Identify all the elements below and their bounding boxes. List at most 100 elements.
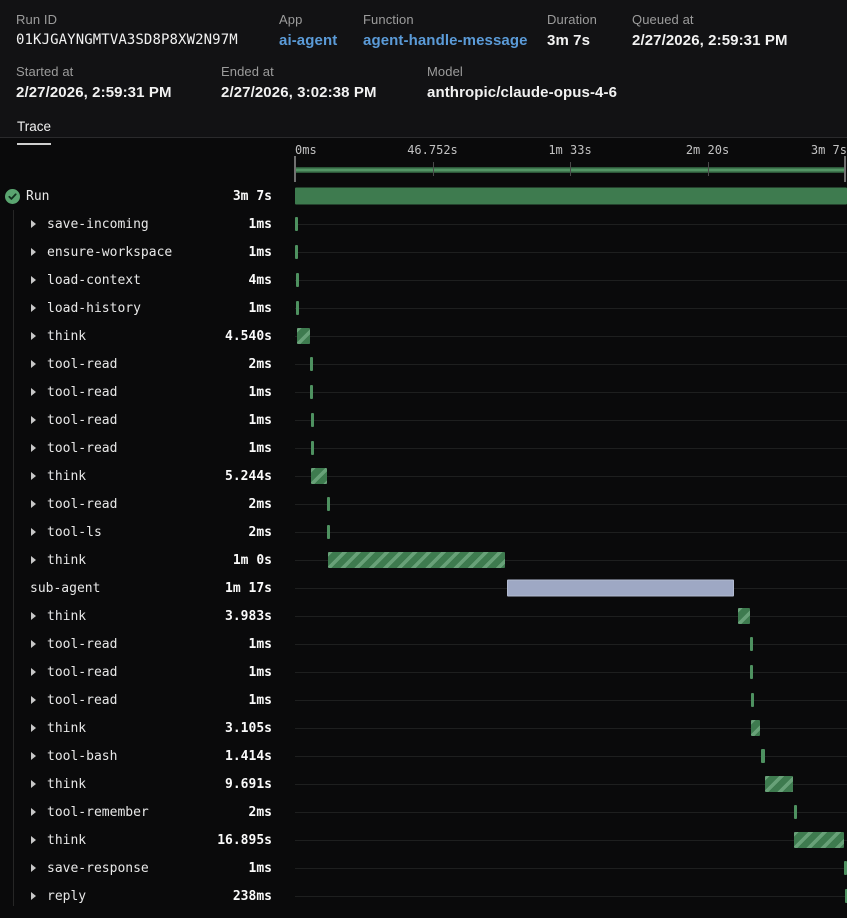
run-meta-row-1: Run ID 01KJGAYNGMTVA3SD8P8XW2N97M App ai… <box>16 12 831 49</box>
lane-line <box>295 364 847 365</box>
span-bar[interactable] <box>765 776 794 792</box>
span-bar[interactable] <box>327 525 330 539</box>
trace-row-reply[interactable]: reply238ms <box>0 882 847 910</box>
span-bar[interactable] <box>310 357 313 371</box>
axis-tick-label: 2m 20s <box>686 143 729 157</box>
span-bar[interactable] <box>311 468 326 484</box>
span-row-header: tool-ls2ms <box>0 525 293 540</box>
expand-caret-icon[interactable] <box>31 724 36 732</box>
expand-caret-icon[interactable] <box>31 892 36 900</box>
trace-row-tool-ls[interactable]: tool-ls2ms <box>0 518 847 546</box>
expand-caret-icon[interactable] <box>31 360 36 368</box>
trace-row-think[interactable]: think1m 0s <box>0 546 847 574</box>
span-name: think <box>47 721 86 736</box>
trace-row-save-incoming[interactable]: save-incoming1ms <box>0 210 847 238</box>
lane-line <box>295 476 847 477</box>
span-name: tool-ls <box>47 525 102 540</box>
span-bar[interactable] <box>310 385 313 399</box>
trace-row-think[interactable]: think16.895s <box>0 826 847 854</box>
trace-row-think[interactable]: think3.983s <box>0 602 847 630</box>
expand-caret-icon[interactable] <box>31 528 36 536</box>
trace-row-think[interactable]: think3.105s <box>0 714 847 742</box>
span-bar[interactable] <box>750 637 753 651</box>
run-meta-row-2: Started at 2/27/2026, 2:59:31 PM Ended a… <box>16 64 831 101</box>
trace-row-load-context[interactable]: load-context4ms <box>0 266 847 294</box>
expand-caret-icon[interactable] <box>31 500 36 508</box>
trace-row-tool-remember[interactable]: tool-remember2ms <box>0 798 847 826</box>
expand-caret-icon[interactable] <box>31 836 36 844</box>
span-bar[interactable] <box>794 805 797 819</box>
trace-row-tool-read[interactable]: tool-read2ms <box>0 490 847 518</box>
span-bar[interactable] <box>738 608 750 624</box>
expand-caret-icon[interactable] <box>31 780 36 788</box>
trace-row-run[interactable]: Run3m 7s <box>0 182 847 210</box>
span-bar[interactable] <box>328 552 504 568</box>
trace-row-ensure-workspace[interactable]: ensure-workspace1ms <box>0 238 847 266</box>
trace-row-tool-read[interactable]: tool-read1ms <box>0 406 847 434</box>
span-row-header: tool-read1ms <box>0 441 293 456</box>
span-duration: 9.691s <box>225 777 293 792</box>
span-bar[interactable] <box>751 693 754 707</box>
span-bar[interactable] <box>311 441 314 455</box>
trace-row-think[interactable]: think4.540s <box>0 322 847 350</box>
function-link[interactable]: agent-handle-message <box>363 32 547 49</box>
trace-row-think[interactable]: think5.244s <box>0 462 847 490</box>
span-bar[interactable] <box>295 245 298 259</box>
trace-rows: Run3m 7ssave-incoming1msensure-workspace… <box>0 182 847 910</box>
expand-caret-icon[interactable] <box>31 640 36 648</box>
span-bar[interactable] <box>311 413 314 427</box>
expand-caret-icon[interactable] <box>31 808 36 816</box>
expand-caret-icon[interactable] <box>31 276 36 284</box>
span-row-header: reply238ms <box>0 889 293 904</box>
expand-caret-icon[interactable] <box>31 220 36 228</box>
span-name: tool-bash <box>47 749 117 764</box>
axis-tick-mark <box>433 162 434 176</box>
expand-caret-icon[interactable] <box>31 556 36 564</box>
expand-caret-icon[interactable] <box>31 612 36 620</box>
expand-caret-icon[interactable] <box>31 332 36 340</box>
app-link[interactable]: ai-agent <box>279 32 363 49</box>
span-bar[interactable] <box>295 188 847 205</box>
trace-row-tool-read[interactable]: tool-read1ms <box>0 658 847 686</box>
queued-at-value: 2/27/2026, 2:59:31 PM <box>632 32 831 49</box>
trace-row-tool-read[interactable]: tool-read1ms <box>0 630 847 658</box>
expand-caret-icon[interactable] <box>31 864 36 872</box>
span-bar[interactable] <box>751 720 760 736</box>
expand-caret-icon[interactable] <box>31 444 36 452</box>
span-row-header: think5.244s <box>0 469 293 484</box>
span-bar[interactable] <box>296 273 299 287</box>
span-bar[interactable] <box>296 301 299 315</box>
trace-row-tool-read[interactable]: tool-read1ms <box>0 378 847 406</box>
span-name: tool-remember <box>47 805 149 820</box>
span-bar[interactable] <box>327 497 330 511</box>
span-bar[interactable] <box>507 580 733 597</box>
function-label: Function <box>363 12 547 27</box>
expand-caret-icon[interactable] <box>31 304 36 312</box>
lane-line <box>295 896 847 897</box>
trace-row-load-history[interactable]: load-history1ms <box>0 294 847 322</box>
span-bar[interactable] <box>297 328 310 344</box>
trace-row-save-response[interactable]: save-response1ms <box>0 854 847 882</box>
span-bar[interactable] <box>794 832 844 848</box>
span-lane <box>293 490 847 518</box>
span-bar[interactable] <box>295 217 298 231</box>
expand-caret-icon[interactable] <box>31 248 36 256</box>
expand-caret-icon[interactable] <box>31 752 36 760</box>
span-row-header: think3.983s <box>0 609 293 624</box>
trace-row-sub-agent[interactable]: sub-agent1m 17s <box>0 574 847 602</box>
model-value: anthropic/claude-opus-4-6 <box>427 84 831 101</box>
expand-caret-icon[interactable] <box>31 668 36 676</box>
expand-caret-icon[interactable] <box>31 416 36 424</box>
trace-row-tool-bash[interactable]: tool-bash1.414s <box>0 742 847 770</box>
span-name: think <box>47 329 86 344</box>
span-bar[interactable] <box>750 665 753 679</box>
trace-row-think[interactable]: think9.691s <box>0 770 847 798</box>
expand-caret-icon[interactable] <box>31 472 36 480</box>
expand-caret-icon[interactable] <box>31 388 36 396</box>
trace-row-tool-read[interactable]: tool-read1ms <box>0 434 847 462</box>
trace-row-tool-read[interactable]: tool-read1ms <box>0 686 847 714</box>
span-bar[interactable] <box>761 749 765 763</box>
expand-caret-icon[interactable] <box>31 696 36 704</box>
span-duration: 3.983s <box>225 609 293 624</box>
trace-row-tool-read[interactable]: tool-read2ms <box>0 350 847 378</box>
